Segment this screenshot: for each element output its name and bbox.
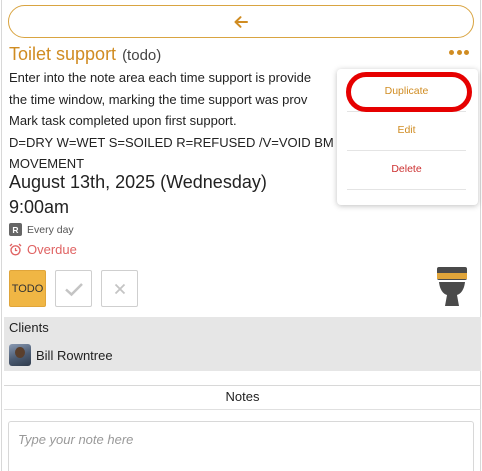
overdue-label: Overdue [27,242,77,257]
repeat-badge: R [9,223,22,236]
task-title-row: Toilet support (todo) [9,44,161,65]
client-name: Bill Rowntree [36,347,113,363]
cancel-task-button[interactable] [101,270,138,307]
description-line: D=DRY W=WET S=SOILED R=REFUSED /V=VOID B… [9,134,334,150]
task-status-suffix: (todo) [122,47,162,64]
x-icon [114,283,125,294]
clients-header: Clients [4,317,481,339]
repeat-label: Every day [27,223,74,236]
divider [4,385,481,386]
task-detail-panel: Toilet support (todo) Enter into the not… [1,0,481,471]
alarm-clock-icon [9,243,22,256]
more-options-button[interactable] [449,46,469,58]
repeat-info: R Every day [9,223,74,236]
task-description: Enter into the note area each time suppo… [9,67,349,175]
avatar [9,344,31,366]
options-menu: Duplicate Edit Delete [337,69,478,205]
notes-title: Notes [225,389,260,404]
note-input[interactable] [8,421,474,471]
duplicate-menu-item[interactable]: Duplicate [347,73,466,109]
overdue-status: Overdue [9,242,77,257]
back-button[interactable] [8,5,474,38]
description-line: Enter into the note area each time suppo… [9,70,312,85]
arrow-left-icon [234,15,248,28]
todo-button[interactable]: TODO [9,270,46,307]
delete-menu-item[interactable]: Delete [347,151,466,187]
task-date: August 13th, 2025 (Wednesday) [9,172,267,192]
toilet-icon [437,267,467,306]
menu-divider [347,189,466,190]
checkmark-icon [64,282,83,296]
task-title: Toilet support [9,44,117,64]
edit-menu-item[interactable]: Edit [347,112,466,148]
divider [4,409,481,410]
description-line: Mark task completed upon first support. [9,113,237,128]
more-dots-icon [449,49,454,55]
client-item[interactable]: Bill Rowntree [4,339,481,371]
description-line: the time window, marking the time suppor… [9,91,308,107]
task-time: 9:00am [9,197,70,217]
complete-button[interactable] [55,270,92,307]
